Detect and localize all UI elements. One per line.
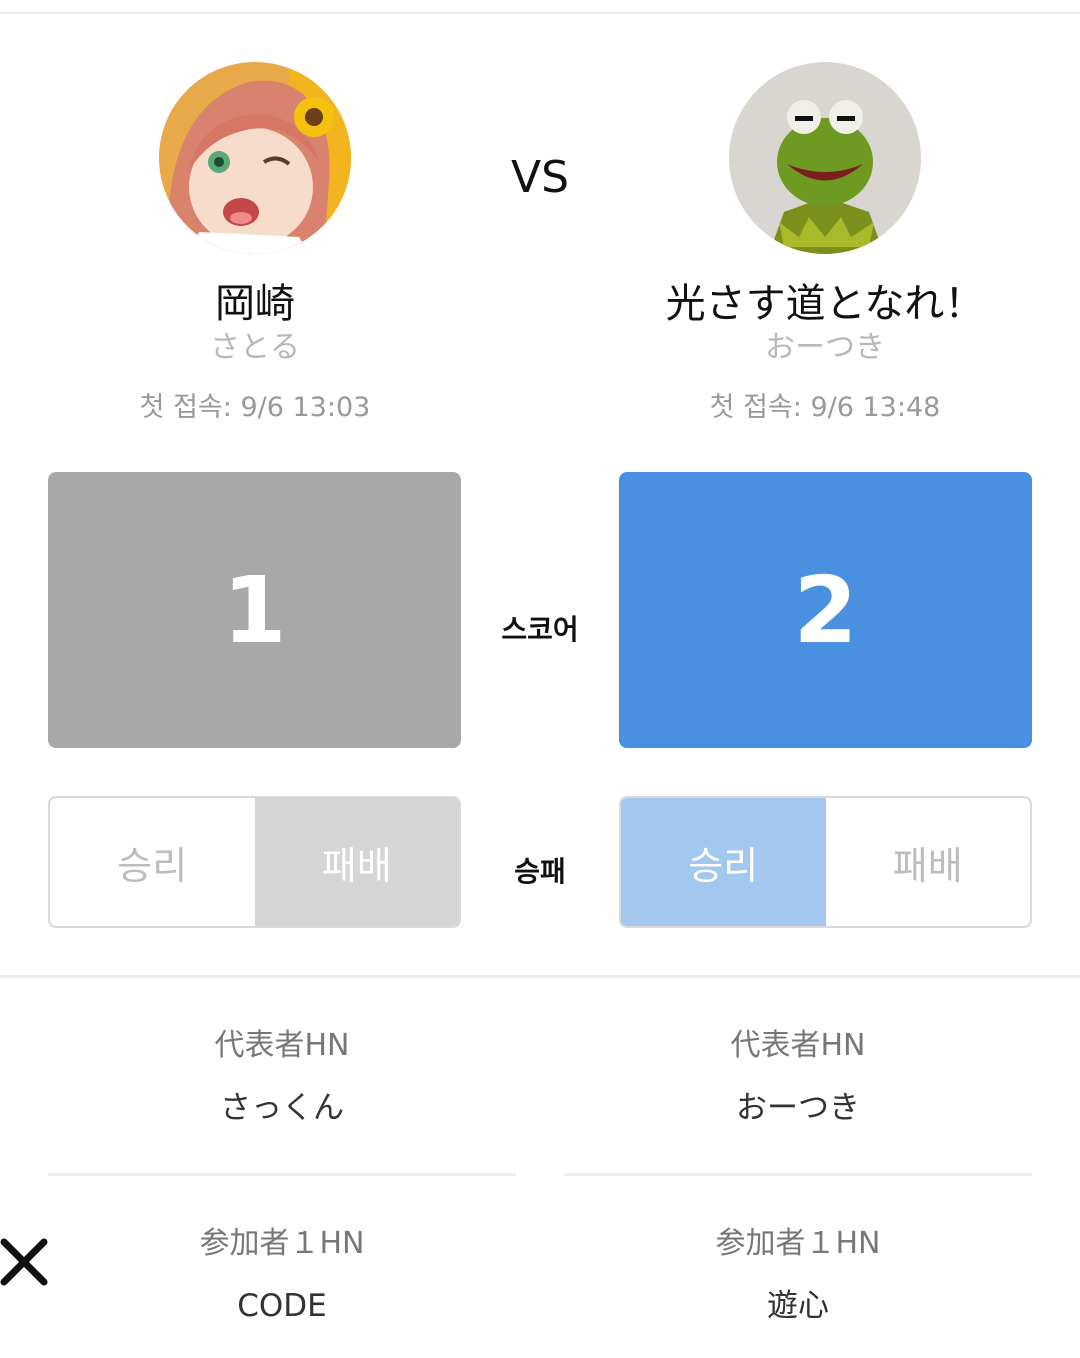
player-right-avatar xyxy=(729,62,921,254)
score-label: 스코어 xyxy=(501,613,579,646)
representative-value: さっくん xyxy=(220,1090,344,1126)
participant-value: 遊心 xyxy=(767,1288,829,1324)
representative-value: おーつき xyxy=(736,1090,860,1126)
representative-label: 代表者HN xyxy=(214,1028,350,1063)
team-left-divider xyxy=(48,1173,516,1176)
player-left-name: 岡崎 xyxy=(215,281,295,327)
vs-label: VS xyxy=(510,152,570,203)
player-left-avatar xyxy=(159,62,351,254)
player-right-result-toggle: 승리 패배 xyxy=(619,796,1032,928)
player-left-result-toggle: 승리 패배 xyxy=(48,796,461,928)
representative-label: 代表者HN xyxy=(730,1028,866,1063)
result-label: 승패 xyxy=(514,855,566,888)
team-left-participant-1: 参加者１HN CODE xyxy=(48,1224,516,1326)
player-left-lose-option[interactable]: 패배 xyxy=(254,798,459,926)
player-right-score[interactable]: 2 xyxy=(619,472,1032,748)
player-left: 岡崎 さとる 첫 접속: 9/6 13:03 xyxy=(45,62,465,426)
top-divider xyxy=(0,12,1080,14)
player-right-first-access: 첫 접속: 9/6 13:48 xyxy=(709,392,941,423)
player-right-lose-option[interactable]: 패배 xyxy=(826,798,1031,926)
team-left-representative: 代表者HN さっくん xyxy=(48,1026,516,1128)
team-right-participant-1: 参加者１HN 遊心 xyxy=(564,1224,1032,1326)
player-left-subname: さとる xyxy=(210,330,300,365)
player-right: 光さす道となれ！ おーつき 첫 접속: 9/6 13:48 xyxy=(615,62,1035,426)
player-left-first-access: 첫 접속: 9/6 13:03 xyxy=(139,392,371,423)
team-right-divider xyxy=(564,1173,1032,1176)
close-icon[interactable] xyxy=(0,1238,50,1288)
player-right-subname: おーつき xyxy=(765,330,885,365)
player-right-win-option[interactable]: 승리 xyxy=(621,798,826,926)
player-right-name: 光さす道となれ！ xyxy=(665,281,985,327)
participant-label: 参加者１HN xyxy=(715,1226,881,1261)
player-left-score[interactable]: 1 xyxy=(48,472,461,748)
player-left-win-option[interactable]: 승리 xyxy=(50,798,255,926)
section-divider xyxy=(0,975,1080,978)
participant-value: CODE xyxy=(237,1288,327,1324)
participant-label: 参加者１HN xyxy=(199,1226,365,1261)
team-right-representative: 代表者HN おーつき xyxy=(564,1026,1032,1128)
